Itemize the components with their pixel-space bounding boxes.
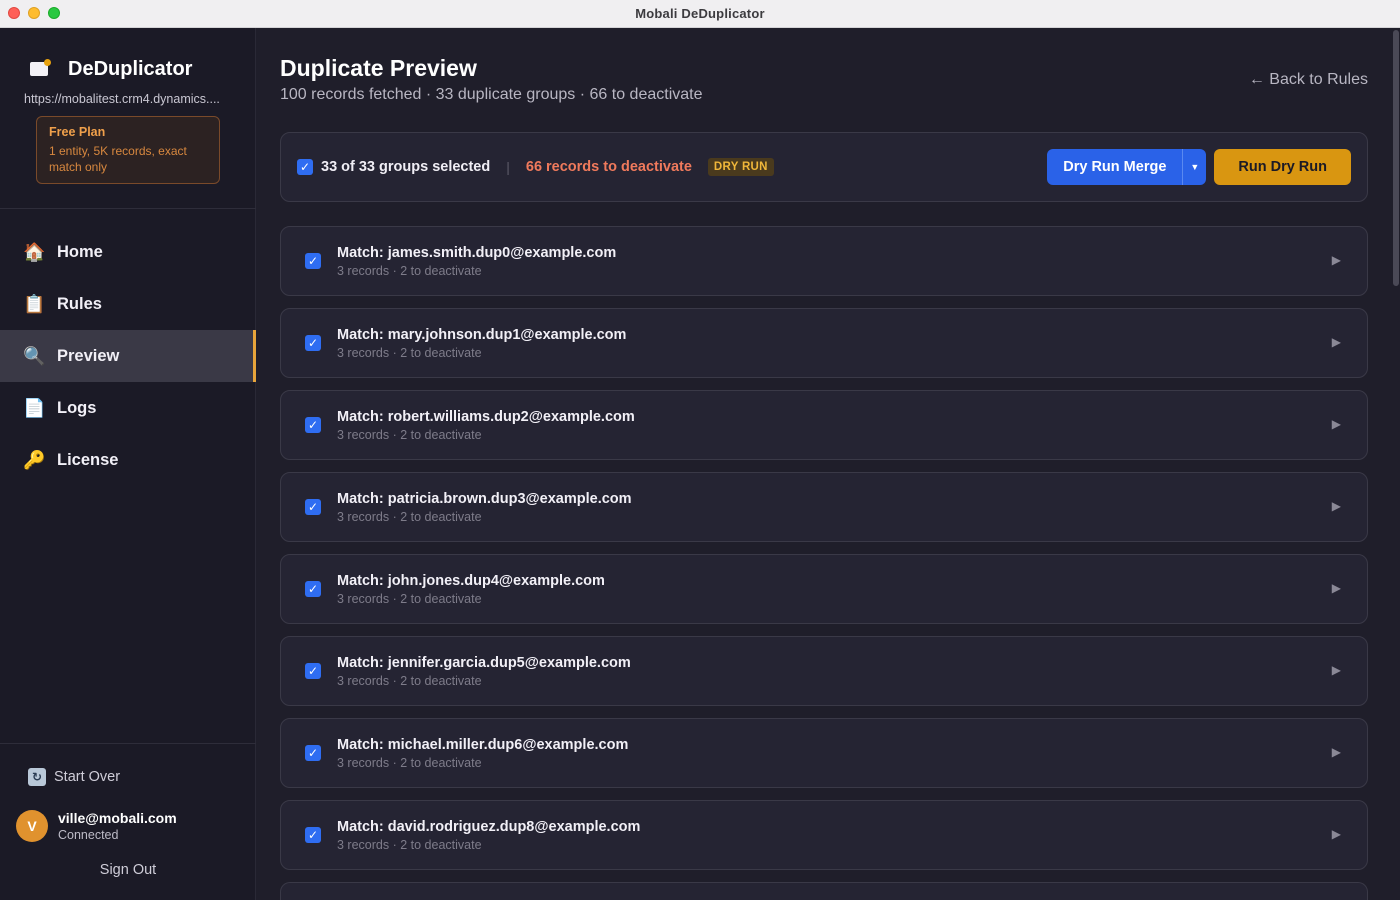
dry-run-merge-button[interactable]: Dry Run Merge: [1047, 149, 1183, 185]
duplicate-group[interactable]: ✓ Match: robert.williams.dup2@example.co…: [280, 390, 1368, 460]
group-checkbox[interactable]: ✓: [305, 663, 321, 679]
group-title: Match: mary.johnson.dup1@example.com: [337, 326, 627, 343]
magnifier-icon: 🔍: [23, 345, 46, 366]
main-content: Duplicate Preview 100 records fetched · …: [257, 28, 1400, 900]
group-title: Match: james.smith.dup0@example.com: [337, 244, 617, 261]
group-title: Match: robert.williams.dup2@example.com: [337, 408, 635, 425]
brand-name: DeDuplicator: [68, 57, 193, 80]
group-title: Match: michael.miller.dup6@example.com: [337, 736, 629, 753]
close-window-button[interactable]: [8, 7, 20, 19]
key-icon: 🔑: [23, 449, 46, 470]
group-checkbox[interactable]: ✓: [305, 335, 321, 351]
org-url: https://mobalitest.crm4.dynamics....: [24, 92, 220, 106]
toolbar-separator: |: [506, 159, 510, 175]
expand-arrow-icon[interactable]: ▶: [1332, 499, 1341, 513]
sidebar-item-label: Home: [57, 242, 103, 261]
group-meta: 3 records · 2 to deactivate: [337, 755, 482, 770]
page-title: Duplicate Preview: [280, 55, 477, 81]
group-title: Match: david.rodriguez.dup8@example.com: [337, 818, 641, 835]
dry-run-merge-split-button: Dry Run Merge ▼: [1047, 149, 1207, 185]
sidebar-item-rules[interactable]: 📋 Rules: [0, 278, 256, 330]
duplicate-group[interactable]: ✓ Match: john.jones.dup4@example.com 3 r…: [280, 554, 1368, 624]
group-checkbox[interactable]: ✓: [305, 253, 321, 269]
minimize-window-button[interactable]: [28, 7, 40, 19]
group-title: Match: jennifer.garcia.dup5@example.com: [337, 654, 631, 671]
sign-out-button[interactable]: Sign Out: [0, 862, 256, 878]
group-meta: 3 records · 2 to deactivate: [337, 345, 482, 360]
duplicate-group[interactable]: ✓ Match: jennifer.garcia.dup5@example.co…: [280, 636, 1368, 706]
plan-title: Free Plan: [49, 125, 106, 139]
group-title: Match: john.jones.dup4@example.com: [337, 572, 605, 589]
sidebar-item-preview[interactable]: 🔍 Preview: [0, 330, 256, 382]
group-meta: 3 records · 2 to deactivate: [337, 263, 482, 278]
start-over-label: Start Over: [54, 769, 121, 785]
scrollbar-thumb[interactable]: [1393, 30, 1399, 286]
selected-count: 33 of 33 groups selected: [321, 159, 491, 175]
avatar: V: [16, 810, 48, 842]
home-icon: 🏠: [23, 241, 46, 262]
brand: DeDuplicator: [24, 54, 192, 84]
duplicate-group[interactable]: ✓ Match: david.rodriguez.dup8@example.co…: [280, 800, 1368, 870]
duplicate-group[interactable]: ✓ Match: james.smith.dup0@example.com 3 …: [280, 226, 1368, 296]
sidebar-item-label: Rules: [57, 294, 102, 313]
expand-arrow-icon[interactable]: ▶: [1332, 663, 1341, 677]
sidebar-nav: 🏠 Home 📋 Rules 🔍 Preview 📄 Logs 🔑 Licens…: [0, 226, 256, 486]
duplicate-group-list: ✓ Match: james.smith.dup0@example.com 3 …: [280, 226, 1368, 900]
expand-arrow-icon[interactable]: ▶: [1332, 745, 1341, 759]
user-email: ville@mobali.com: [58, 810, 177, 826]
start-over-button[interactable]: ↻ Start Over: [28, 768, 120, 786]
scrollbar[interactable]: [1392, 28, 1400, 288]
duplicate-group-partial[interactable]: [280, 882, 1368, 900]
sidebar-divider-bottom: [0, 743, 256, 744]
app-logo-icon: [24, 54, 54, 84]
expand-arrow-icon[interactable]: ▶: [1332, 335, 1341, 349]
zoom-window-button[interactable]: [48, 7, 60, 19]
run-dry-run-button[interactable]: Run Dry Run: [1214, 149, 1351, 185]
group-meta: 3 records · 2 to deactivate: [337, 591, 482, 606]
sidebar-item-label: Logs: [57, 398, 97, 417]
expand-arrow-icon[interactable]: ▶: [1332, 253, 1341, 267]
group-title: Match: patricia.brown.dup3@example.com: [337, 490, 632, 507]
sidebar-item-home[interactable]: 🏠 Home: [0, 226, 256, 278]
action-buttons: Dry Run Merge ▼ Run Dry Run: [1047, 149, 1351, 185]
selection-toolbar: ✓ 33 of 33 groups selected | 66 records …: [280, 132, 1368, 202]
document-icon: 📄: [23, 397, 46, 418]
deactivate-count: 66 records to deactivate: [525, 159, 692, 175]
user-info: V ville@mobali.com Connected: [16, 810, 177, 842]
group-meta: 3 records · 2 to deactivate: [337, 509, 482, 524]
sidebar-item-license[interactable]: 🔑 License: [0, 434, 256, 486]
traffic-lights: [8, 7, 60, 19]
duplicate-group[interactable]: ✓ Match: patricia.brown.dup3@example.com…: [280, 472, 1368, 542]
refresh-icon: ↻: [28, 768, 46, 786]
sidebar-item-label: Preview: [57, 346, 120, 365]
group-checkbox[interactable]: ✓: [305, 745, 321, 761]
group-meta: 3 records · 2 to deactivate: [337, 837, 482, 852]
clipboard-icon: 📋: [23, 293, 46, 314]
connection-status: Connected: [58, 828, 119, 842]
sidebar: DeDuplicator https://mobalitest.crm4.dyn…: [0, 28, 256, 900]
window-titlebar: Mobali DeDuplicator: [0, 0, 1400, 28]
expand-arrow-icon[interactable]: ▶: [1332, 827, 1341, 841]
back-to-rules-link[interactable]: ← Back to Rules: [1249, 71, 1368, 89]
window-title: Mobali DeDuplicator: [635, 6, 765, 21]
sidebar-divider: [0, 208, 256, 209]
group-meta: 3 records · 2 to deactivate: [337, 673, 482, 688]
sidebar-item-logs[interactable]: 📄 Logs: [0, 382, 256, 434]
duplicate-group[interactable]: ✓ Match: mary.johnson.dup1@example.com 3…: [280, 308, 1368, 378]
group-meta: 3 records · 2 to deactivate: [337, 427, 482, 442]
plan-description: 1 entity, 5K records, exact match only: [49, 144, 187, 174]
select-all-checkbox[interactable]: ✓: [297, 159, 313, 175]
plan-box: Free Plan 1 entity, 5K records, exact ma…: [36, 116, 220, 184]
group-checkbox[interactable]: ✓: [305, 499, 321, 515]
chevron-down-icon[interactable]: ▼: [1182, 149, 1207, 185]
expand-arrow-icon[interactable]: ▶: [1332, 417, 1341, 431]
sidebar-item-label: License: [57, 450, 119, 469]
group-checkbox[interactable]: ✓: [305, 417, 321, 433]
page-subtitle: 100 records fetched · 33 duplicate group…: [280, 86, 703, 103]
expand-arrow-icon[interactable]: ▶: [1332, 581, 1341, 595]
group-checkbox[interactable]: ✓: [305, 827, 321, 843]
group-checkbox[interactable]: ✓: [305, 581, 321, 597]
duplicate-group[interactable]: ✓ Match: michael.miller.dup6@example.com…: [280, 718, 1368, 788]
dry-run-badge: DRY RUN: [707, 158, 774, 176]
